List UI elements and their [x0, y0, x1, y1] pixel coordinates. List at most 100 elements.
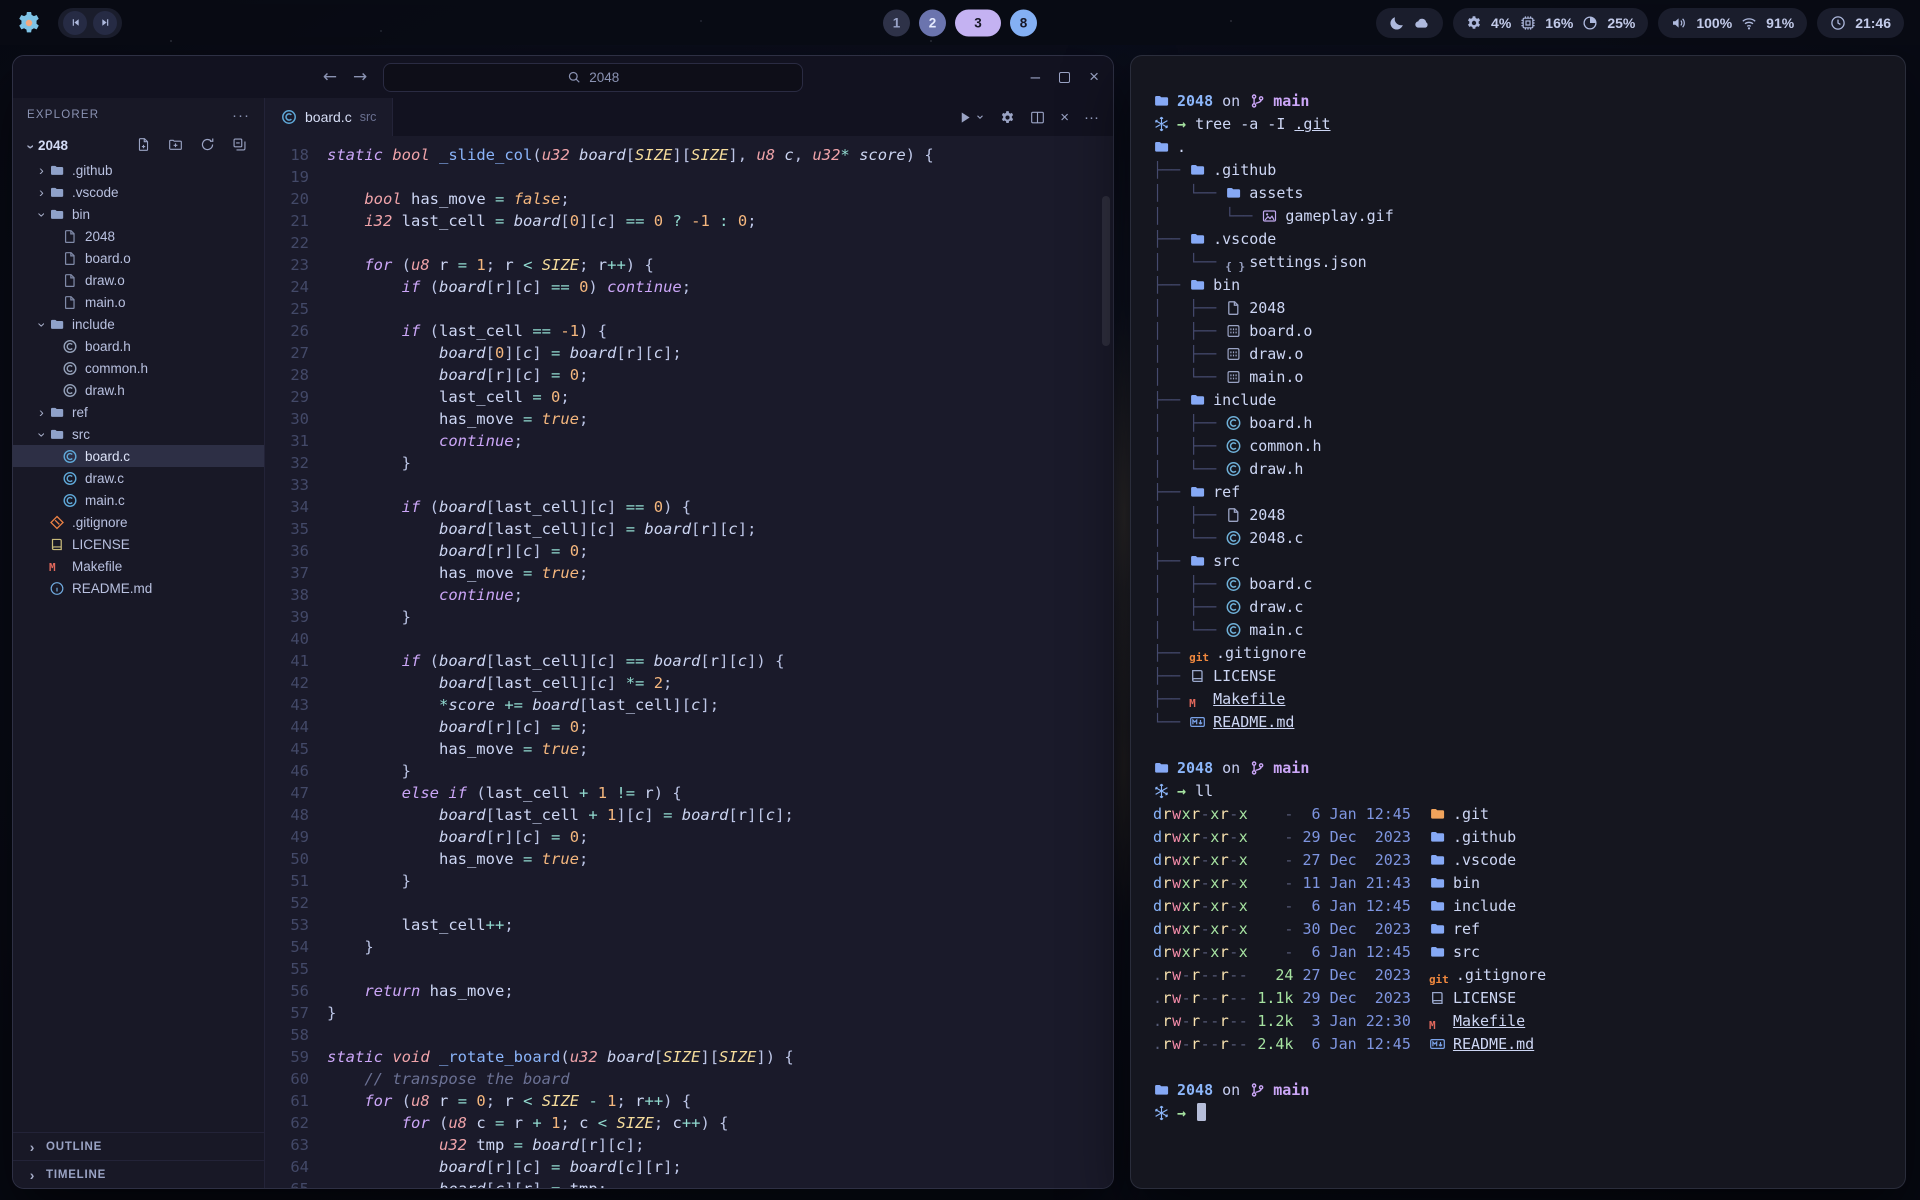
media-next-button[interactable] — [93, 11, 117, 35]
explorer-item-bin[interactable]: ›bin — [13, 203, 264, 225]
md-icon — [1189, 714, 1206, 730]
panel-outline[interactable]: ›OUTLINE — [13, 1132, 264, 1160]
image-icon — [1261, 208, 1278, 224]
explorer-item-LICENSE[interactable]: ›LICENSE — [13, 533, 264, 555]
collapse-all-button[interactable] — [232, 137, 254, 155]
code-line-61: 61 for (u8 r = 0; r < SIZE - 1; r++) { — [265, 1090, 1113, 1112]
code-editor[interactable]: 18static bool _slide_col(u32 board[SIZE]… — [265, 136, 1113, 1188]
more-actions-button[interactable]: ··· — [1084, 109, 1099, 126]
explorer-item-main.o[interactable]: ›main.o — [13, 291, 264, 313]
explorer-item-board.o[interactable]: ›board.o — [13, 247, 264, 269]
code-line-33: 33 — [265, 474, 1113, 496]
explorer-item-common.h[interactable]: ›common.h — [13, 357, 264, 379]
tab-bar: board.c src × ··· — [265, 98, 1113, 136]
folder-icon — [1153, 760, 1170, 776]
editor-scrollbar[interactable] — [1102, 196, 1110, 346]
explorer-item-label: draw.o — [85, 273, 125, 288]
nav-back-button[interactable]: ← — [323, 67, 337, 87]
chevron-icon: › — [34, 317, 50, 332]
launcher-icon[interactable] — [16, 10, 42, 36]
explorer-item-README.md[interactable]: ›README.md — [13, 577, 264, 599]
code-line-21: 21 i32 last_cell = board[0][c] == 0 ? -1… — [265, 210, 1113, 232]
explorer-item-Makefile[interactable]: ›MMakefile — [13, 555, 264, 577]
close-editor-button[interactable]: × — [1060, 109, 1069, 126]
close-button[interactable]: × — [1089, 67, 1099, 87]
tree-line: ├── .vscode — [1153, 228, 1883, 251]
ll-line: drwxr-xr-x - 29 Dec 2023 .github — [1153, 826, 1883, 849]
system-stats-module[interactable]: 4%16%25% — [1453, 8, 1648, 38]
explorer-item-src[interactable]: ›src — [13, 423, 264, 445]
prompt-command: → tree -a -I .git — [1153, 113, 1883, 136]
explorer-item-draw.o[interactable]: ›draw.o — [13, 269, 264, 291]
c-icon — [62, 361, 78, 376]
explorer-item-label: board.c — [85, 449, 130, 464]
code-line-42: 42 board[last_cell][c] *= 2; — [265, 672, 1113, 694]
branch-icon — [1249, 760, 1266, 776]
explorer-item-board.c[interactable]: ›board.c — [13, 445, 264, 467]
ll-line: drwxr-xr-x - 6 Jan 12:45 include — [1153, 895, 1883, 918]
explorer-header: EXPLORER ··· — [13, 98, 264, 132]
editor-settings-button[interactable] — [1000, 110, 1015, 125]
tab-board.c[interactable]: board.c src — [265, 98, 393, 136]
new-file-button[interactable] — [136, 137, 158, 155]
folder-icon — [49, 163, 65, 178]
search-box[interactable]: 2048 — [383, 63, 803, 92]
code-line-30: 30 has_move = true; — [265, 408, 1113, 430]
panel-timeline[interactable]: ›TIMELINE — [13, 1160, 264, 1188]
minimize-button[interactable]: – — [1031, 67, 1040, 87]
tree-line: │ └── gameplay.gif — [1153, 205, 1883, 228]
folder-icon — [1429, 829, 1446, 845]
clock-module[interactable]: 21:46 — [1817, 8, 1904, 38]
terminal-gap — [1153, 1056, 1883, 1079]
explorer-item-board.h[interactable]: ›board.h — [13, 335, 264, 357]
explorer-item-2048[interactable]: ›2048 — [13, 225, 264, 247]
maximize-button[interactable] — [1059, 72, 1070, 83]
explorer-item-.gitignore[interactable]: ›.gitignore — [13, 511, 264, 533]
ll-line: drwxr-xr-x - 30 Dec 2023 ref — [1153, 918, 1883, 941]
panel-label: OUTLINE — [46, 1141, 102, 1153]
explorer-root[interactable]: › 2048 — [13, 132, 264, 159]
terminal-cursor[interactable] — [1197, 1103, 1206, 1121]
explorer-item-.github[interactable]: ›.github — [13, 159, 264, 181]
prompt-command: → — [1153, 1102, 1883, 1125]
nav-forward-button[interactable]: → — [353, 67, 367, 87]
top-bar-left — [16, 8, 122, 38]
explorer-item-label: board.o — [85, 251, 131, 266]
terminal-content[interactable]: 2048 on main→ tree -a -I .git.├── .githu… — [1131, 56, 1905, 1188]
c-icon — [1225, 599, 1242, 615]
audio-network-module[interactable]: 100%91% — [1658, 8, 1807, 38]
tree-line: │ ├── board.h — [1153, 412, 1883, 435]
explorer-item-.vscode[interactable]: ›.vscode — [13, 181, 264, 203]
code-line-34: 34 if (board[last_cell][c] == 0) { — [265, 496, 1113, 518]
workspace-8[interactable]: 8 — [1010, 9, 1037, 36]
code-line-36: 36 board[r][c] = 0; — [265, 540, 1113, 562]
terminal-gap — [1153, 734, 1883, 757]
explorer-item-draw.h[interactable]: ›draw.h — [13, 379, 264, 401]
run-button[interactable] — [958, 110, 985, 125]
workspace-2[interactable]: 2 — [919, 9, 946, 36]
explorer-item-draw.c[interactable]: ›draw.c — [13, 467, 264, 489]
refresh-button[interactable] — [200, 137, 222, 155]
workspace-1[interactable]: 1 — [883, 9, 910, 36]
workspace-3[interactable]: 3 — [955, 9, 1001, 36]
tree-line: ├── include — [1153, 389, 1883, 412]
explorer-item-main.c[interactable]: ›main.c — [13, 489, 264, 511]
code-line-24: 24 if (board[r][c] == 0) continue; — [265, 276, 1113, 298]
split-editor-button[interactable] — [1030, 110, 1045, 125]
explorer-more-button[interactable]: ··· — [232, 107, 250, 124]
book-icon — [1189, 668, 1206, 684]
code-line-26: 26 if (last_cell == -1) { — [265, 320, 1113, 342]
explorer-item-include[interactable]: ›include — [13, 313, 264, 335]
code-line-62: 62 for (u8 c = r + 1; c < SIZE; c++) { — [265, 1112, 1113, 1134]
explorer-item-label: 2048 — [85, 229, 115, 244]
maximize-icon — [1059, 72, 1070, 83]
ll-line: drwxr-xr-x - 6 Jan 12:45 .git — [1153, 803, 1883, 826]
folder-icon — [49, 427, 65, 442]
weather-module[interactable] — [1376, 8, 1443, 38]
tree-line: └── README.md — [1153, 711, 1883, 734]
explorer-item-label: .vscode — [72, 185, 119, 200]
code-line-19: 19 — [265, 166, 1113, 188]
explorer-item-ref[interactable]: ›ref — [13, 401, 264, 423]
new-folder-button[interactable] — [168, 137, 190, 155]
media-prev-button[interactable] — [63, 11, 87, 35]
